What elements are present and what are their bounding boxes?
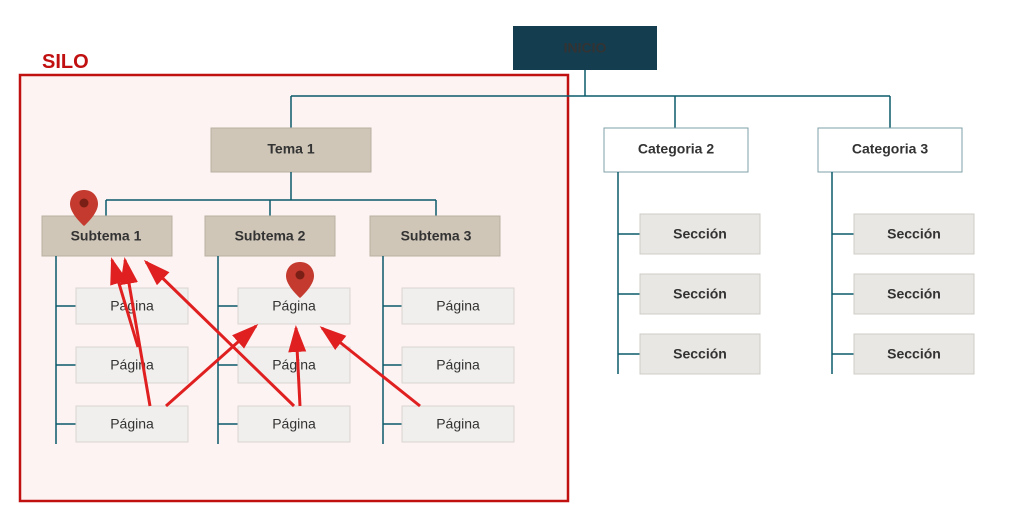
page-node: Página	[238, 406, 350, 442]
svg-text:Categoria 3: Categoria 3	[852, 141, 928, 157]
svg-text:Sección: Sección	[887, 346, 941, 362]
svg-text:Subtema 2: Subtema 2	[235, 228, 306, 244]
svg-text:Página: Página	[272, 416, 316, 432]
svg-text:Página: Página	[110, 416, 154, 432]
svg-text:Página: Página	[436, 416, 480, 432]
page-node: Página	[76, 347, 188, 383]
node-subtema2: Subtema 2	[205, 216, 335, 256]
svg-text:Página: Página	[436, 357, 480, 373]
section-node: Sección	[640, 274, 760, 314]
svg-text:Tema 1: Tema 1	[267, 141, 314, 157]
svg-text:Subtema 1: Subtema 1	[71, 228, 142, 244]
svg-text:Página: Página	[436, 298, 480, 314]
node-categoria3: Categoria 3	[818, 128, 962, 172]
node-root: INICIO	[513, 26, 657, 70]
section-node: Sección	[640, 334, 760, 374]
svg-text:Sección: Sección	[673, 346, 727, 362]
page-node: Página	[238, 288, 350, 324]
page-node: Página	[402, 288, 514, 324]
svg-text:Página: Página	[272, 357, 316, 373]
svg-text:Subtema 3: Subtema 3	[401, 228, 472, 244]
silo-label: SILO	[42, 51, 89, 73]
section-node: Sección	[854, 214, 974, 254]
page-node: Página	[402, 347, 514, 383]
node-subtema1: Subtema 1	[42, 216, 172, 256]
svg-text:Sección: Sección	[673, 226, 727, 242]
section-node: Sección	[854, 274, 974, 314]
svg-text:Sección: Sección	[673, 286, 727, 302]
page-node: Página	[238, 347, 350, 383]
section-node: Sección	[640, 214, 760, 254]
page-node: Página	[76, 406, 188, 442]
page-node: Página	[402, 406, 514, 442]
svg-text:Categoria 2: Categoria 2	[638, 141, 714, 157]
svg-text:Sección: Sección	[887, 226, 941, 242]
svg-text:Sección: Sección	[887, 286, 941, 302]
svg-text:INICIO: INICIO	[564, 40, 607, 56]
node-categoria2: Categoria 2	[604, 128, 748, 172]
svg-text:Página: Página	[272, 298, 316, 314]
node-subtema3: Subtema 3	[370, 216, 500, 256]
node-tema1: Tema 1	[211, 128, 371, 172]
svg-text:Página: Página	[110, 357, 154, 373]
section-node: Sección	[854, 334, 974, 374]
